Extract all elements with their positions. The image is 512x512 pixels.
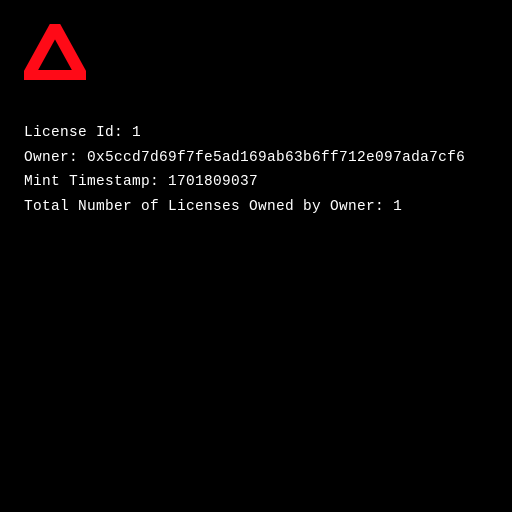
owner-value: 0x5ccd7d69f7fe5ad169ab63b6ff712e097ada7c… [87, 150, 465, 166]
mint-ts-label: Mint Timestamp: [24, 174, 168, 190]
license-id-line: License Id: 1 [24, 121, 488, 146]
owner-line: Owner: 0x5ccd7d69f7fe5ad169ab63b6ff712e0… [24, 146, 488, 171]
license-id-value: 1 [132, 125, 141, 141]
license-info-block: License Id: 1 Owner: 0x5ccd7d69f7fe5ad16… [24, 121, 488, 220]
mint-ts-value: 1701809037 [168, 174, 258, 190]
triangle-logo [24, 24, 488, 85]
total-licenses-line: Total Number of Licenses Owned by Owner:… [24, 195, 488, 220]
owner-label: Owner: [24, 150, 87, 166]
total-licenses-value: 1 [393, 199, 402, 215]
mint-ts-line: Mint Timestamp: 1701809037 [24, 170, 488, 195]
license-id-label: License Id: [24, 125, 132, 141]
total-licenses-label: Total Number of Licenses Owned by Owner: [24, 199, 393, 215]
